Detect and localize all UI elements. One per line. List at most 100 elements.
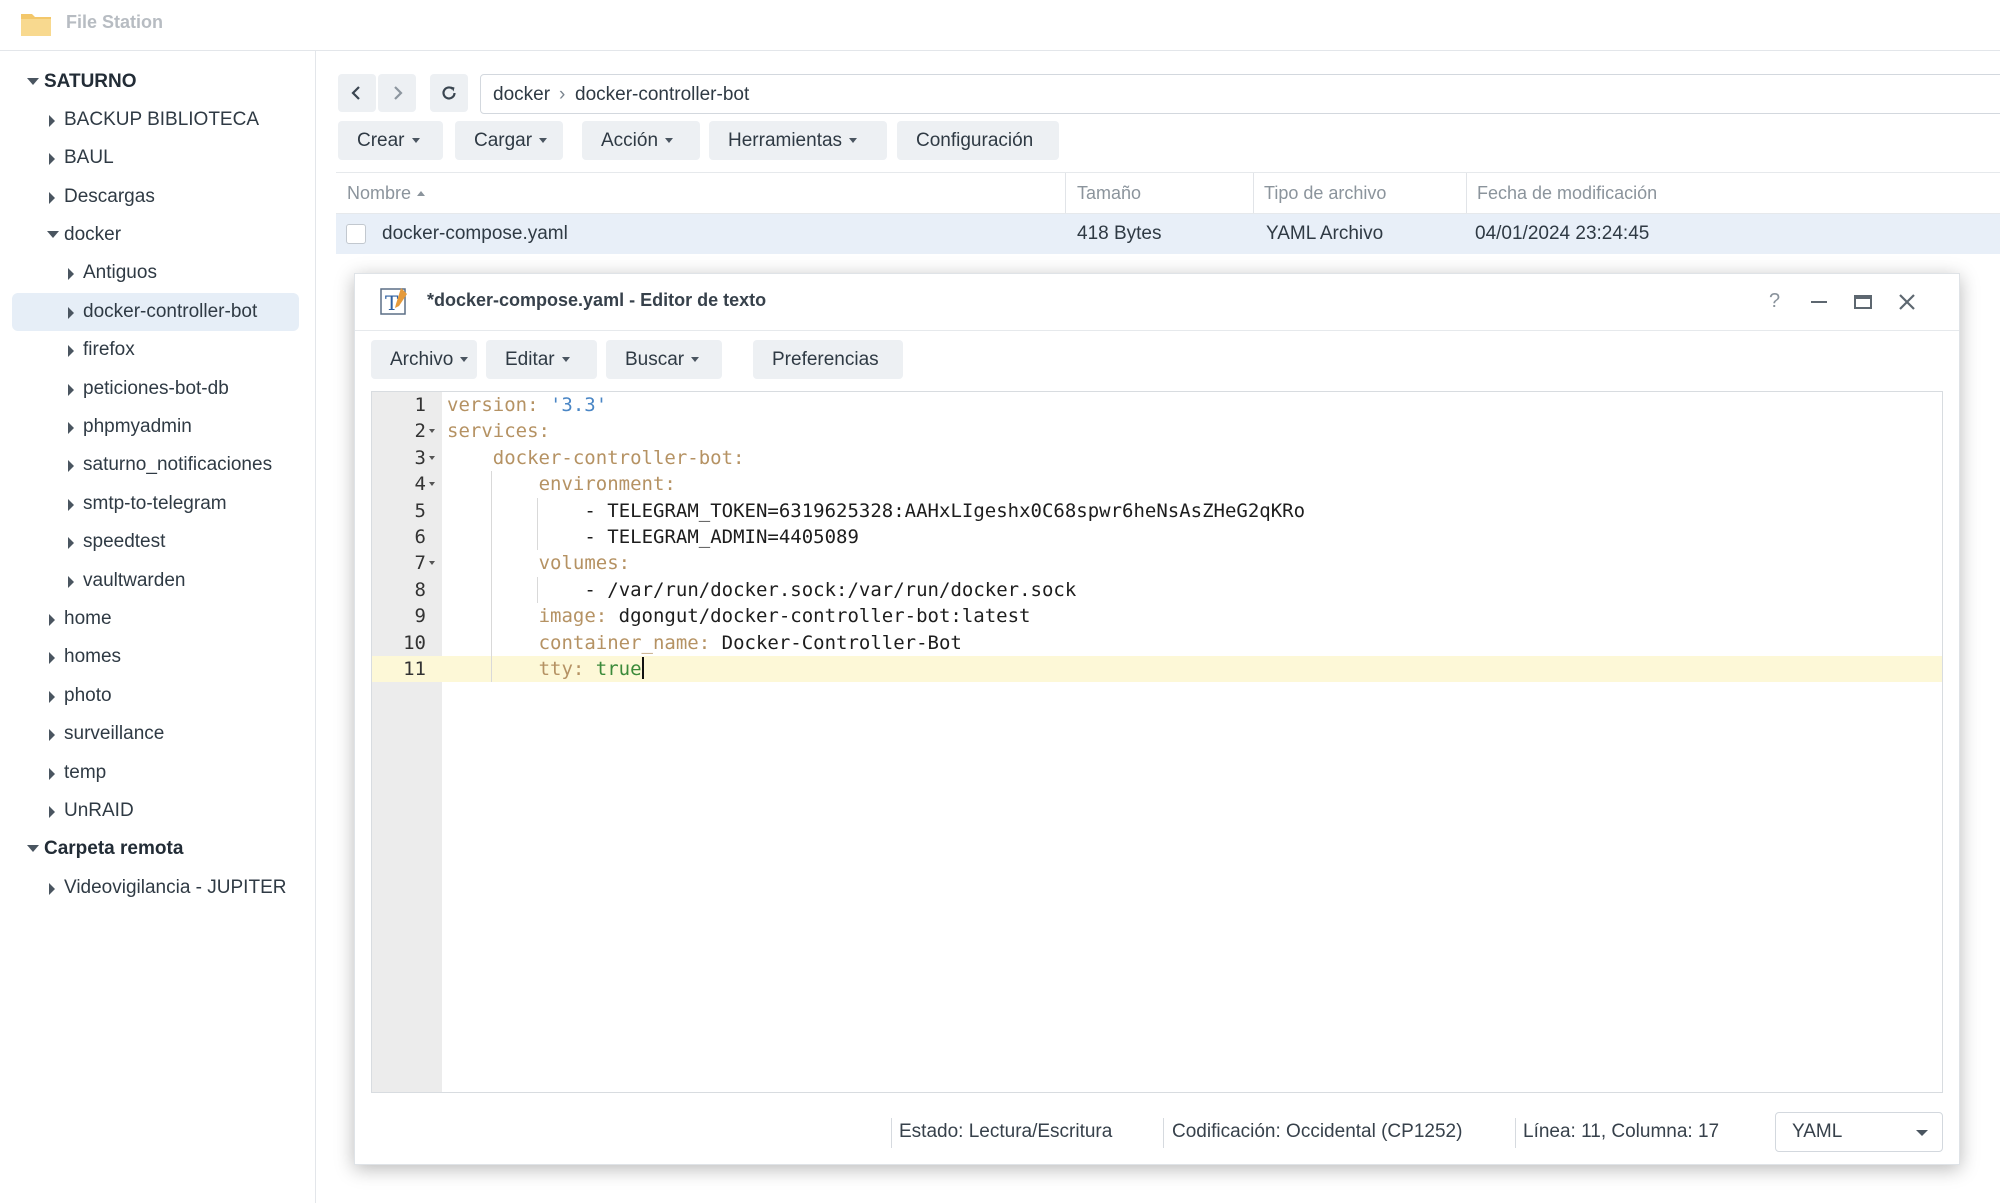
settings-button[interactable]: Configuración <box>897 121 1059 160</box>
caret-right-icon[interactable] <box>45 677 59 715</box>
fold-toggle-icon[interactable] <box>429 429 435 434</box>
line-number: 5 <box>372 498 426 524</box>
column-size[interactable]: Tamaño <box>1077 173 1141 213</box>
caret-down-icon <box>539 138 548 143</box>
column-divider <box>1253 173 1254 213</box>
file-menu-button[interactable]: Archivo <box>371 340 477 379</box>
code-line[interactable]: 2 services: <box>372 418 1942 444</box>
sidebar-item-surveillance[interactable]: surveillance <box>0 715 315 753</box>
preferences-button[interactable]: Preferencias <box>753 340 903 379</box>
caret-right-icon[interactable] <box>45 600 59 638</box>
forward-button[interactable] <box>378 74 416 112</box>
sidebar-item-saturno[interactable]: SATURNO <box>0 63 315 101</box>
sidebar-item-smtp-to-telegram[interactable]: smtp-to-telegram <box>0 485 315 523</box>
app-titlebar: File Station <box>0 0 2000 51</box>
file-row[interactable]: docker-compose.yaml 418 Bytes YAML Archi… <box>336 214 2000 254</box>
caret-down-icon <box>460 357 469 362</box>
caret-right-icon[interactable] <box>45 178 59 216</box>
create-button[interactable]: Crear <box>338 121 443 160</box>
sidebar-item-peticiones-bot-db[interactable]: peticiones-bot-db <box>0 370 315 408</box>
path-bar[interactable]: docker › docker-controller-bot <box>480 74 2000 114</box>
sidebar-item-homes[interactable]: homes <box>0 638 315 676</box>
code-line[interactable]: 11 tty: true <box>372 656 1942 683</box>
close-button[interactable] <box>1895 290 1919 314</box>
sidebar-item-speedtest[interactable]: speedtest <box>0 523 315 561</box>
sidebar-item-vaultwarden[interactable]: vaultwarden <box>0 562 315 600</box>
breadcrumb-docker-controller-bot[interactable]: docker-controller-bot <box>575 84 749 106</box>
caret-right-icon[interactable] <box>64 331 78 369</box>
fold-toggle-icon[interactable] <box>429 455 435 460</box>
fold-toggle-icon[interactable] <box>429 561 435 566</box>
line-number-text: 9 <box>414 605 426 628</box>
caret-right-icon[interactable] <box>64 293 78 331</box>
create-label: Crear <box>357 130 405 151</box>
code-line[interactable]: 1 version: '3.3' <box>372 392 1942 418</box>
caret-right-icon[interactable] <box>64 370 78 408</box>
sidebar-item-carpeta-remota[interactable]: Carpeta remota <box>0 830 315 868</box>
search-menu-button[interactable]: Buscar <box>606 340 722 379</box>
caret-down-icon[interactable] <box>25 63 39 101</box>
code-editor[interactable]: 1 version: '3.3' 2 services: 3 docker-control… <box>371 391 1943 1093</box>
sidebar-item-label: UnRAID <box>64 800 134 821</box>
edit-menu-button[interactable]: Editar <box>486 340 597 379</box>
code-line[interactable]: 4 environment: <box>372 471 1942 497</box>
caret-down-icon <box>561 357 570 362</box>
line-number: 1 <box>372 392 426 418</box>
sidebar-item-videovigilancia-jupiter[interactable]: Videovigilancia - JUPITER <box>0 869 315 907</box>
caret-right-icon[interactable] <box>64 446 78 484</box>
breadcrumb-docker[interactable]: docker <box>493 84 550 106</box>
back-button[interactable] <box>338 74 376 112</box>
caret-right-icon[interactable] <box>64 562 78 600</box>
file-modified: 04/01/2024 23:24:45 <box>1475 223 1650 244</box>
sidebar-item-baul[interactable]: BAUL <box>0 139 315 177</box>
column-modified[interactable]: Fecha de modificación <box>1477 173 1657 213</box>
column-name[interactable]: Nombre <box>347 173 426 213</box>
sidebar-item-photo[interactable]: photo <box>0 677 315 715</box>
row-checkbox[interactable] <box>346 224 366 244</box>
language-select[interactable]: YAML <box>1775 1112 1943 1152</box>
code-line[interactable]: 9 image: dgongut/docker-controller-bot:la… <box>372 603 1942 629</box>
maximize-button[interactable] <box>1851 290 1875 314</box>
fold-toggle-icon[interactable] <box>429 482 435 487</box>
caret-down-icon <box>691 357 700 362</box>
sidebar-item-home[interactable]: home <box>0 600 315 638</box>
minimize-button[interactable] <box>1807 290 1831 314</box>
line-number-text: 2 <box>414 420 426 443</box>
sidebar-item-backup-biblioteca[interactable]: BACKUP BIBLIOTECA <box>0 101 315 139</box>
code-line[interactable]: 7 volumes: <box>372 550 1942 576</box>
help-button[interactable]: ? <box>1763 290 1787 314</box>
sidebar-item-docker[interactable]: docker <box>0 216 315 254</box>
sidebar-item-docker-controller-bot[interactable]: docker-controller-bot <box>12 293 299 331</box>
action-button[interactable]: Acción <box>582 121 700 160</box>
sidebar-item-saturno-notificaciones[interactable]: saturno_notificaciones <box>0 446 315 484</box>
caret-right-icon[interactable] <box>45 638 59 676</box>
caret-down-icon[interactable] <box>45 216 59 254</box>
sidebar-item-antiguos[interactable]: Antiguos <box>0 254 315 292</box>
refresh-button[interactable] <box>430 74 468 112</box>
code-line[interactable]: 6 - TELEGRAM_ADMIN=4405089 <box>372 524 1942 550</box>
sidebar-item-phpmyadmin[interactable]: phpmyadmin <box>0 408 315 446</box>
upload-button[interactable]: Cargar <box>455 121 563 160</box>
caret-right-icon[interactable] <box>64 254 78 292</box>
caret-right-icon[interactable] <box>45 139 59 177</box>
sidebar-item-unraid[interactable]: UnRAID <box>0 792 315 830</box>
column-type[interactable]: Tipo de archivo <box>1264 173 1386 213</box>
code-line[interactable]: 10 container_name: Docker-Controller-Bot <box>372 630 1942 656</box>
caret-right-icon[interactable] <box>45 754 59 792</box>
tools-button[interactable]: Herramientas <box>709 121 887 160</box>
caret-right-icon[interactable] <box>45 101 59 139</box>
caret-right-icon[interactable] <box>64 408 78 446</box>
caret-right-icon[interactable] <box>64 485 78 523</box>
code-line[interactable]: 8 - /var/run/docker.sock:/var/run/docker.… <box>372 577 1942 603</box>
caret-down-icon[interactable] <box>25 830 39 868</box>
sidebar-item-temp[interactable]: temp <box>0 754 315 792</box>
sidebar-item-descargas[interactable]: Descargas <box>0 178 315 216</box>
caret-right-icon[interactable] <box>45 792 59 830</box>
caret-right-icon[interactable] <box>45 715 59 753</box>
line-number: 10 <box>372 630 426 656</box>
caret-right-icon[interactable] <box>45 869 59 907</box>
code-line[interactable]: 5 - TELEGRAM_TOKEN=6319625328:AAHxLIgeshx… <box>372 498 1942 524</box>
code-line[interactable]: 3 docker-controller-bot: <box>372 445 1942 471</box>
caret-right-icon[interactable] <box>64 523 78 561</box>
sidebar-item-firefox[interactable]: firefox <box>0 331 315 369</box>
